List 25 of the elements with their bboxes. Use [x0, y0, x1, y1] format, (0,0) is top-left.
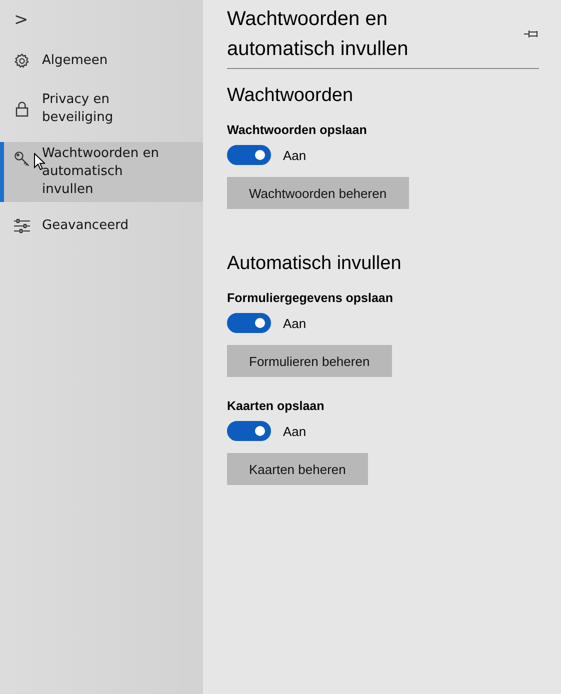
- manage-button[interactable]: Wachtwoorden beheren: [227, 177, 409, 209]
- pin-icon[interactable]: [524, 29, 539, 39]
- toggle-state: Aan: [283, 316, 306, 330]
- sidebar-item[interactable]: Algemeen: [0, 46, 203, 76]
- setting-label: Formuliergegevens opslaan: [227, 291, 394, 305]
- sidebar-item[interactable]: Wachtwoorden en automatisch invullen: [0, 142, 203, 202]
- sidebar-item[interactable]: Geavanceerd: [0, 211, 203, 241]
- manage-button[interactable]: Kaarten beheren: [227, 453, 368, 485]
- lock-icon: [14, 101, 30, 117]
- section-heading: Wachtwoorden: [227, 85, 354, 107]
- toggle-state: Aan: [283, 424, 306, 438]
- manage-button[interactable]: Formulieren beheren: [227, 345, 392, 377]
- sliders-icon: [14, 218, 30, 234]
- toggle-switch[interactable]: [227, 421, 271, 441]
- setting-label: Kaarten opslaan: [227, 399, 324, 413]
- toggle-switch[interactable]: [227, 313, 271, 333]
- section-heading: Automatisch invullen: [227, 253, 402, 275]
- sidebar-item[interactable]: Privacy en beveiliging: [0, 85, 203, 133]
- expand-button[interactable]: >: [0, 10, 28, 46]
- toggle-state: Aan: [283, 148, 306, 162]
- toggle-switch[interactable]: [227, 145, 271, 165]
- setting-label: Wachtwoorden opslaan: [227, 123, 367, 137]
- key-icon: [14, 151, 30, 167]
- gear-icon: [14, 53, 30, 69]
- panel-title: Wachtwoorden en automatisch invullen: [227, 7, 410, 62]
